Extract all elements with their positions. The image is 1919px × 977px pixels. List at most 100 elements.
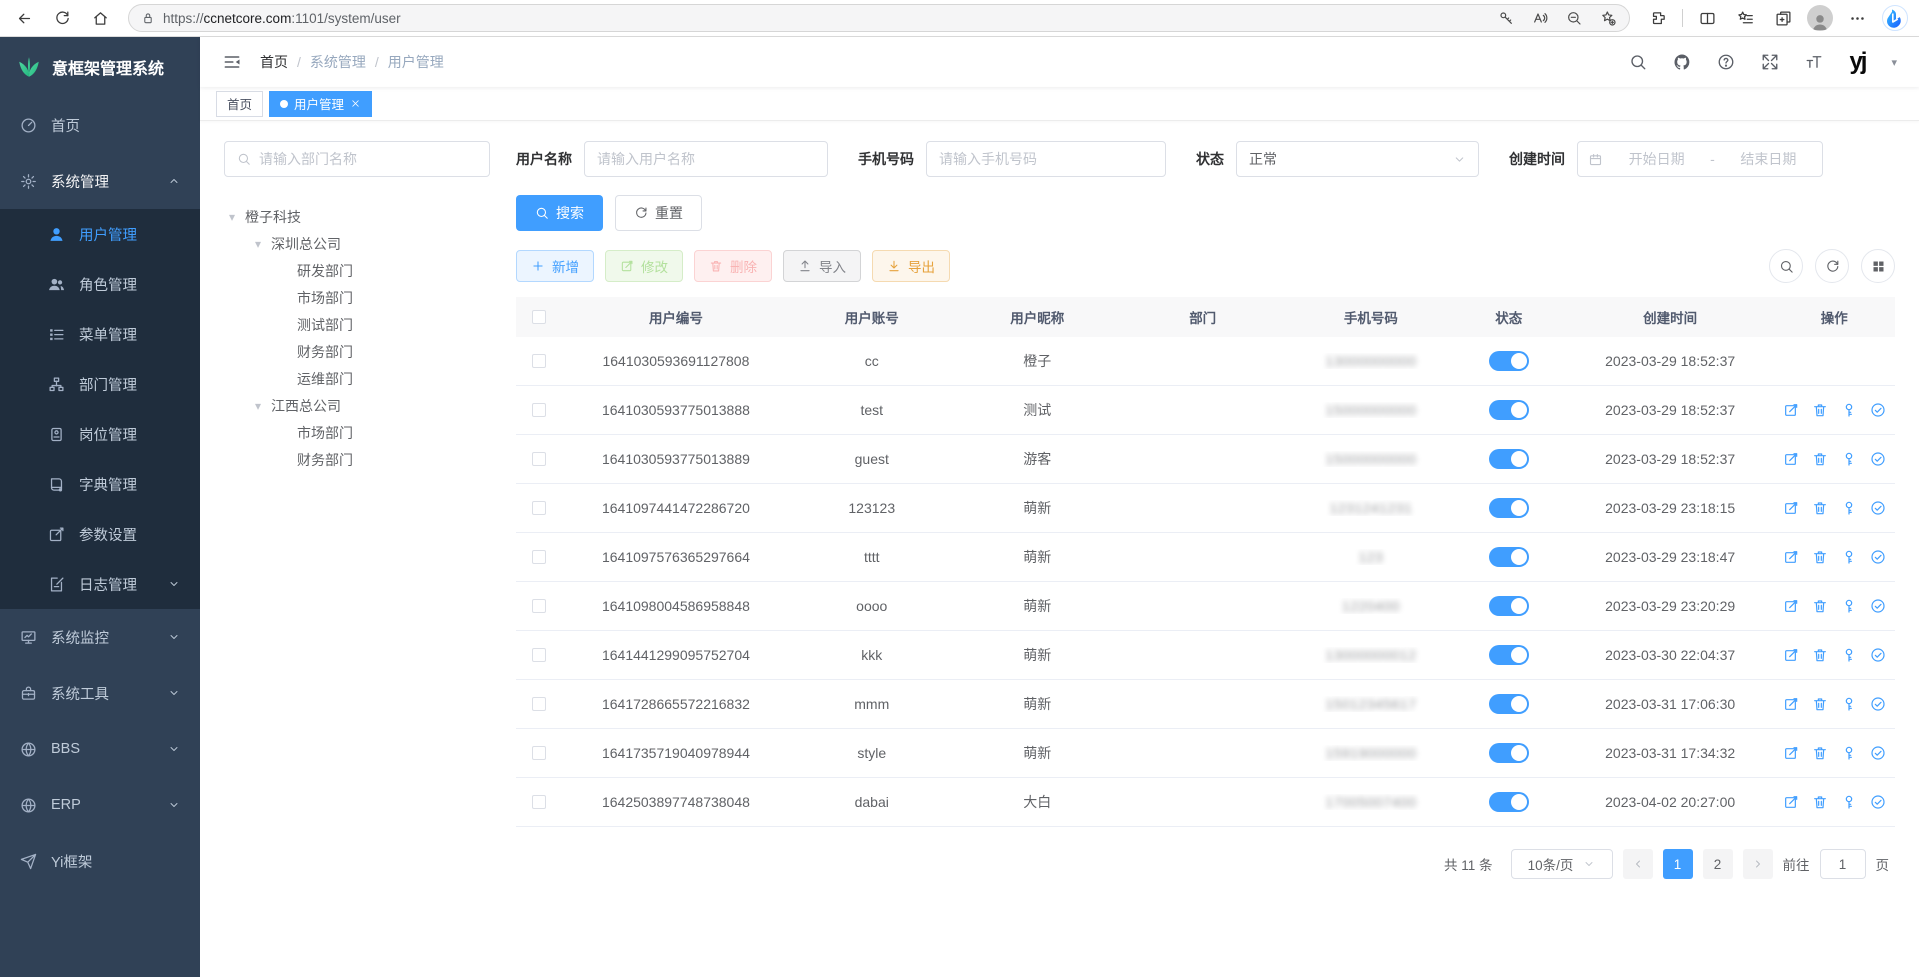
status-toggle[interactable] — [1489, 547, 1529, 567]
tab-user-mgmt[interactable]: 用户管理 — [269, 91, 372, 117]
add-button[interactable]: 新增 — [516, 250, 594, 282]
profile-avatar[interactable] — [1807, 5, 1833, 31]
close-icon[interactable] — [350, 98, 361, 109]
row-assign-role-icon[interactable] — [1870, 549, 1886, 565]
sidebar-item-post-mgmt[interactable]: 岗位管理 — [0, 409, 200, 459]
favorite-add-icon[interactable] — [1595, 5, 1621, 31]
status-toggle[interactable] — [1489, 351, 1529, 371]
row-assign-role-icon[interactable] — [1870, 745, 1886, 761]
row-assign-role-icon[interactable] — [1870, 598, 1886, 614]
row-edit-icon[interactable] — [1783, 794, 1799, 810]
collections-icon[interactable] — [1769, 4, 1797, 32]
row-checkbox[interactable] — [532, 746, 546, 760]
page-button-2[interactable]: 2 — [1703, 849, 1733, 879]
tab-home[interactable]: 首页 — [216, 91, 263, 117]
github-icon[interactable] — [1673, 53, 1691, 71]
zoom-out-icon[interactable] — [1561, 5, 1587, 31]
row-checkbox[interactable] — [532, 550, 546, 564]
row-delete-icon[interactable] — [1812, 549, 1828, 565]
browser-back-button[interactable] — [10, 4, 38, 32]
browser-refresh-button[interactable] — [48, 4, 76, 32]
row-delete-icon[interactable] — [1812, 500, 1828, 516]
row-delete-icon[interactable] — [1812, 696, 1828, 712]
read-aloud-icon[interactable] — [1527, 5, 1553, 31]
row-checkbox[interactable] — [532, 599, 546, 613]
tree-node[interactable]: 财务部门 — [224, 338, 490, 365]
row-edit-icon[interactable] — [1783, 647, 1799, 663]
sidebar-item-monitor[interactable]: 系统监控 — [0, 609, 200, 665]
dept-search-input[interactable]: 请输入部门名称 — [224, 141, 490, 177]
row-reset-password-icon[interactable] — [1841, 500, 1857, 516]
status-toggle[interactable] — [1489, 596, 1529, 616]
reset-button[interactable]: 重置 — [615, 195, 702, 231]
sidebar-item-yi-frame[interactable]: Yi框架 — [0, 833, 200, 889]
row-delete-icon[interactable] — [1812, 451, 1828, 467]
sidebar-item-log-mgmt[interactable]: 日志管理 — [0, 559, 200, 609]
font-size-icon[interactable] — [1805, 53, 1823, 71]
goto-page-input[interactable] — [1820, 849, 1866, 879]
sidebar-item-system[interactable]: 系统管理 — [0, 153, 200, 209]
sidebar-item-home[interactable]: 首页 — [0, 97, 200, 153]
row-assign-role-icon[interactable] — [1870, 696, 1886, 712]
breadcrumb-system[interactable]: 系统管理 — [310, 52, 366, 72]
next-page-button[interactable] — [1743, 849, 1773, 879]
select-all-checkbox[interactable] — [532, 310, 546, 324]
header-search-icon[interactable] — [1629, 53, 1647, 71]
address-bar[interactable]: https://ccnetcore.com:1101/system/user — [128, 4, 1630, 32]
sidebar-item-role-mgmt[interactable]: 角色管理 — [0, 259, 200, 309]
row-delete-icon[interactable] — [1812, 745, 1828, 761]
date-range-picker[interactable]: 开始日期 - 结束日期 — [1577, 141, 1823, 177]
row-checkbox[interactable] — [532, 648, 546, 662]
copilot-icon[interactable] — [1881, 4, 1909, 32]
tree-node[interactable]: 研发部门 — [224, 257, 490, 284]
row-reset-password-icon[interactable] — [1841, 451, 1857, 467]
row-checkbox[interactable] — [532, 795, 546, 809]
row-checkbox[interactable] — [532, 697, 546, 711]
row-delete-icon[interactable] — [1812, 794, 1828, 810]
table-columns-button[interactable] — [1861, 249, 1895, 283]
phone-input[interactable] — [926, 141, 1166, 177]
more-menu-icon[interactable] — [1843, 4, 1871, 32]
split-screen-icon[interactable] — [1693, 4, 1721, 32]
sidebar-item-param-settings[interactable]: 参数设置 — [0, 509, 200, 559]
password-key-icon[interactable] — [1493, 5, 1519, 31]
search-button[interactable]: 搜索 — [516, 195, 603, 231]
row-reset-password-icon[interactable] — [1841, 696, 1857, 712]
tree-node[interactable]: 市场部门 — [224, 284, 490, 311]
row-edit-icon[interactable] — [1783, 745, 1799, 761]
sidebar-item-user-mgmt[interactable]: 用户管理 — [0, 209, 200, 259]
tree-node[interactable]: ▾橙子科技 — [224, 203, 490, 230]
username-input[interactable] — [584, 141, 828, 177]
status-toggle[interactable] — [1489, 743, 1529, 763]
row-reset-password-icon[interactable] — [1841, 598, 1857, 614]
prev-page-button[interactable] — [1623, 849, 1653, 879]
row-assign-role-icon[interactable] — [1870, 794, 1886, 810]
row-delete-icon[interactable] — [1812, 402, 1828, 418]
user-menu-caret-icon[interactable]: ▾ — [1891, 56, 1897, 69]
status-toggle[interactable] — [1489, 449, 1529, 469]
row-checkbox[interactable] — [532, 403, 546, 417]
sidebar-item-tools[interactable]: 系统工具 — [0, 665, 200, 721]
help-icon[interactable] — [1717, 53, 1735, 71]
row-edit-icon[interactable] — [1783, 598, 1799, 614]
tree-node[interactable]: ▾江西总公司 — [224, 392, 490, 419]
import-button[interactable]: 导入 — [783, 250, 861, 282]
sidebar-item-dict-mgmt[interactable]: 字典管理 — [0, 459, 200, 509]
row-reset-password-icon[interactable] — [1841, 745, 1857, 761]
row-edit-icon[interactable] — [1783, 696, 1799, 712]
export-button[interactable]: 导出 — [872, 250, 950, 282]
row-edit-icon[interactable] — [1783, 549, 1799, 565]
sidebar-item-menu-mgmt[interactable]: 菜单管理 — [0, 309, 200, 359]
tree-node[interactable]: 市场部门 — [224, 419, 490, 446]
sidebar-toggle-icon[interactable] — [222, 52, 242, 72]
row-reset-password-icon[interactable] — [1841, 549, 1857, 565]
sidebar-item-bbs[interactable]: BBS — [0, 721, 200, 777]
favorites-icon[interactable] — [1731, 4, 1759, 32]
sidebar-item-erp[interactable]: ERP — [0, 777, 200, 833]
row-assign-role-icon[interactable] — [1870, 500, 1886, 516]
status-toggle[interactable] — [1489, 645, 1529, 665]
status-toggle[interactable] — [1489, 400, 1529, 420]
row-edit-icon[interactable] — [1783, 500, 1799, 516]
page-button-1[interactable]: 1 — [1663, 849, 1693, 879]
row-edit-icon[interactable] — [1783, 402, 1799, 418]
